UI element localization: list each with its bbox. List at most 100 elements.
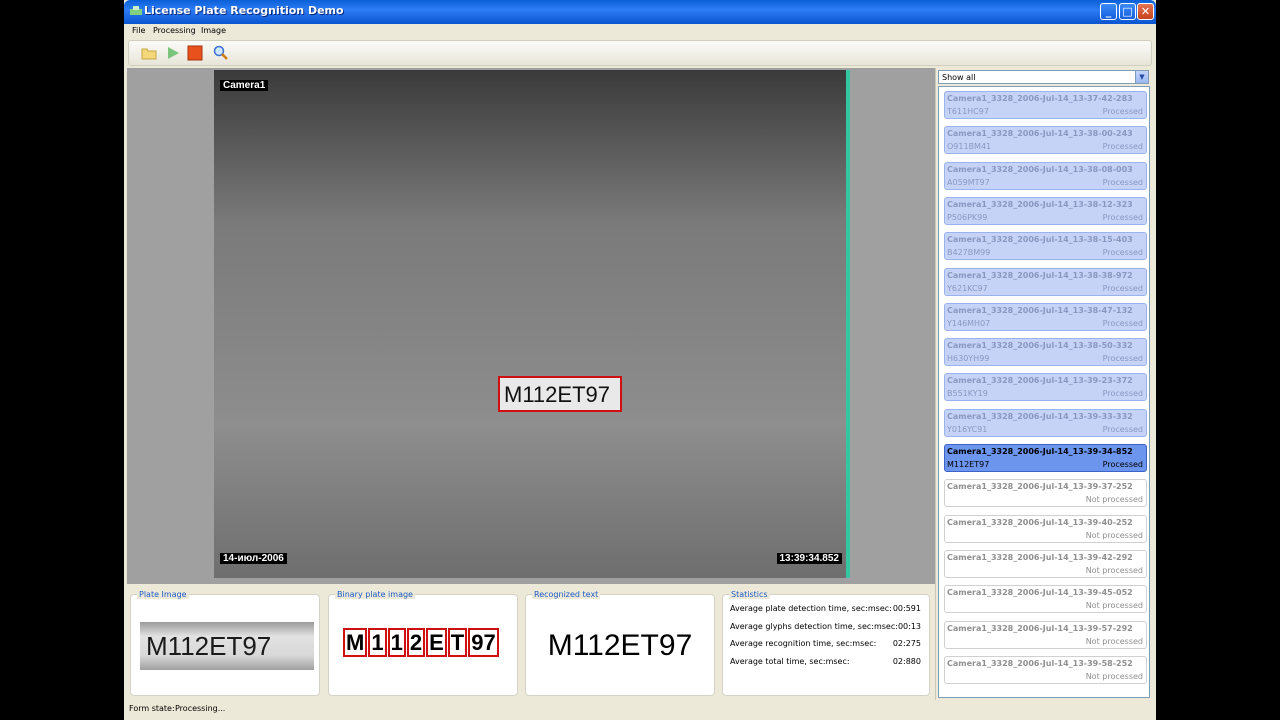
glyph-box: 1 [368, 628, 387, 657]
item-name: Camera1_3328_2006-Jul-14_13-39-58-252 [947, 658, 1133, 668]
title-bar: License Plate Recognition Demo _ □ ✕ [124, 0, 1156, 24]
glyph-box: E [426, 628, 447, 657]
item-status: Processed [1102, 389, 1143, 399]
item-plate: Y016YC91 [947, 424, 988, 434]
item-name: Camera1_3328_2006-Jul-14_13-39-40-252 [947, 517, 1133, 527]
filter-value: Show all [942, 73, 976, 82]
item-plate: B551KY19 [947, 389, 988, 399]
list-item[interactable]: Camera1_3328_2006-Jul-14_13-39-23-372 B55… [944, 373, 1147, 402]
list-item[interactable]: Camera1_3328_2006-Jul-14_13-38-12-323 P50… [944, 196, 1147, 225]
item-status: Processed [1102, 212, 1143, 222]
item-name: Camera1_3328_2006-Jul-14_13-39-42-292 [947, 552, 1133, 562]
menu-file[interactable]: File [132, 26, 145, 35]
item-status: Not processed [1085, 671, 1143, 681]
item-plate: T611HC97 [947, 107, 989, 116]
maximize-button[interactable]: □ [1119, 3, 1136, 20]
menu-processing[interactable]: Processing [153, 26, 196, 35]
item-name: Camera1_3328_2006-Jul-14_13-39-34-852 [947, 447, 1133, 456]
item-plate: A059MT97 [947, 177, 990, 187]
stat-row: Average glyphs detection time, sec:msec:… [730, 622, 921, 631]
list-item[interactable]: Camera1_3328_2006-Jul-14_13-38-47-132 Y14… [944, 302, 1147, 331]
list-item[interactable]: Camera1_3328_2006-Jul-14_13-38-15-403 B42… [944, 232, 1147, 261]
item-status: Not processed [1085, 636, 1143, 646]
stat-row: Average recognition time, sec:msec: 02:27… [730, 639, 921, 648]
item-status: Processed [1102, 248, 1143, 258]
glyph-box: M [343, 628, 368, 657]
window-title: License Plate Recognition Demo [144, 4, 344, 17]
item-name: Camera1_3328_2006-Jul-14_13-39-45-052 [947, 588, 1133, 598]
plate-image: M112ET97 [140, 622, 314, 670]
item-name: Camera1_3328_2006-Jul-14_13-38-00-243 [947, 129, 1133, 139]
time-label: 13:39:34.852 [776, 553, 842, 564]
glyph-box: 2 [406, 628, 426, 657]
list-item[interactable]: Camera1_3328_2006-Jul-14_13-39-58-252 Not… [944, 655, 1147, 684]
item-plate: Y146MH07 [947, 318, 991, 328]
list-item[interactable]: Camera1_3328_2006-Jul-14_13-38-08-003 A05… [944, 161, 1147, 190]
plate-image-panel: Plate Image M112ET97 [130, 590, 320, 696]
stop-icon[interactable] [187, 45, 203, 61]
item-status: Processed [1102, 424, 1143, 434]
recognized-text-title: Recognized text [532, 590, 601, 599]
menu-bar: File Processing Image [124, 24, 1156, 38]
item-status: Not processed [1085, 530, 1143, 540]
menu-image[interactable]: Image [201, 26, 226, 35]
minimize-button[interactable]: _ [1100, 3, 1117, 20]
camera-label: Camera1 [220, 80, 269, 91]
binary-image-panel: Binary plate image M 1 1 2 E T 97 [328, 590, 518, 696]
app-icon [130, 6, 142, 15]
list-item[interactable]: Camera1_3328_2006-Jul-14_13-38-00-243 O91… [944, 126, 1147, 155]
stat-label: Average plate detection time, sec:msec: [730, 604, 892, 613]
stat-value: 02:275 [892, 639, 921, 648]
results-list[interactable]: Camera1_3328_2006-Jul-14_13-37-42-283 T61… [938, 86, 1150, 698]
binary-plate-image: M 1 1 2 E T 97 [343, 623, 509, 663]
stat-value: 00:13 [897, 621, 921, 631]
stat-label: Average glyphs detection time, sec:msec: [730, 621, 898, 631]
item-status: Not processed [1085, 601, 1143, 611]
list-item[interactable]: Camera1_3328_2006-Jul-14_13-38-38-972 Y62… [944, 267, 1147, 296]
detected-plate-box: M112ET97 [498, 376, 622, 412]
item-name: Camera1_3328_2006-Jul-14_13-38-50-332 [947, 341, 1133, 351]
list-item[interactable]: Camera1_3328_2006-Jul-14_13-39-45-052 Not… [944, 585, 1147, 614]
recognized-text-panel: Recognized text M112ET97 [525, 590, 715, 696]
zoom-icon[interactable] [213, 45, 229, 61]
item-name: Camera1_3328_2006-Jul-14_13-37-42-283 [947, 94, 1133, 103]
toolbar [128, 40, 1152, 66]
date-label: 14-июл-2006 [220, 553, 287, 564]
item-plate: P506PK99 [947, 212, 988, 222]
item-name: Camera1_3328_2006-Jul-14_13-39-33-332 [947, 411, 1133, 421]
folder-open-icon[interactable] [141, 45, 157, 61]
frame-edge [846, 70, 850, 578]
item-status: Processed [1102, 142, 1143, 152]
list-item[interactable]: Camera1_3328_2006-Jul-14_13-39-33-332 Y01… [944, 408, 1147, 437]
glyph-box: T [447, 628, 468, 657]
stat-row: Average plate detection time, sec:msec: 0… [730, 604, 921, 613]
list-item[interactable]: Camera1_3328_2006-Jul-14_13-38-50-332 H63… [944, 338, 1147, 367]
list-item[interactable]: Camera1_3328_2006-Jul-14_13-39-42-292 Not… [944, 549, 1147, 578]
item-plate: M112ET97 [947, 460, 990, 469]
list-item[interactable]: Camera1_3328_2006-Jul-14_13-39-57-292 Not… [944, 620, 1147, 649]
binary-image-title: Binary plate image [335, 590, 415, 599]
list-item[interactable]: Camera1_3328_2006-Jul-14_13-39-34-852 M11… [944, 444, 1147, 472]
chevron-down-icon[interactable]: ▼ [1135, 71, 1148, 83]
item-name: Camera1_3328_2006-Jul-14_13-39-37-252 [947, 482, 1133, 492]
app-window: License Plate Recognition Demo _ □ ✕ Fil… [124, 0, 1156, 720]
recognized-text: M112ET97 [547, 629, 693, 662]
stat-value: 00:591 [892, 604, 921, 613]
status-value: Processing... [175, 704, 226, 713]
item-status: Processed [1102, 460, 1143, 469]
image-viewer[interactable]: Camera1 M112ET97 14-июл-2006 13:39:34.85… [127, 68, 935, 584]
play-icon[interactable] [165, 45, 181, 61]
filter-dropdown[interactable]: Show all ▼ [938, 70, 1149, 84]
stat-label: Average recognition time, sec:msec: [730, 639, 877, 648]
item-plate: B427BM99 [947, 248, 991, 258]
close-button[interactable]: ✕ [1137, 3, 1154, 20]
item-status: Processed [1102, 107, 1143, 116]
stat-label: Average total time, sec:msec: [730, 656, 850, 666]
list-item[interactable]: Camera1_3328_2006-Jul-14_13-37-42-283 T61… [944, 91, 1147, 119]
results-pane: Show all ▼ Camera1_3328_2006-Jul-14_13-3… [936, 68, 1154, 700]
status-label: Form state: [129, 704, 175, 713]
list-item[interactable]: Camera1_3328_2006-Jul-14_13-39-40-252 Not… [944, 514, 1147, 543]
item-plate: H630YH99 [947, 354, 990, 364]
item-plate: Y621KC97 [947, 283, 988, 293]
list-item[interactable]: Camera1_3328_2006-Jul-14_13-39-37-252 Not… [944, 479, 1147, 508]
